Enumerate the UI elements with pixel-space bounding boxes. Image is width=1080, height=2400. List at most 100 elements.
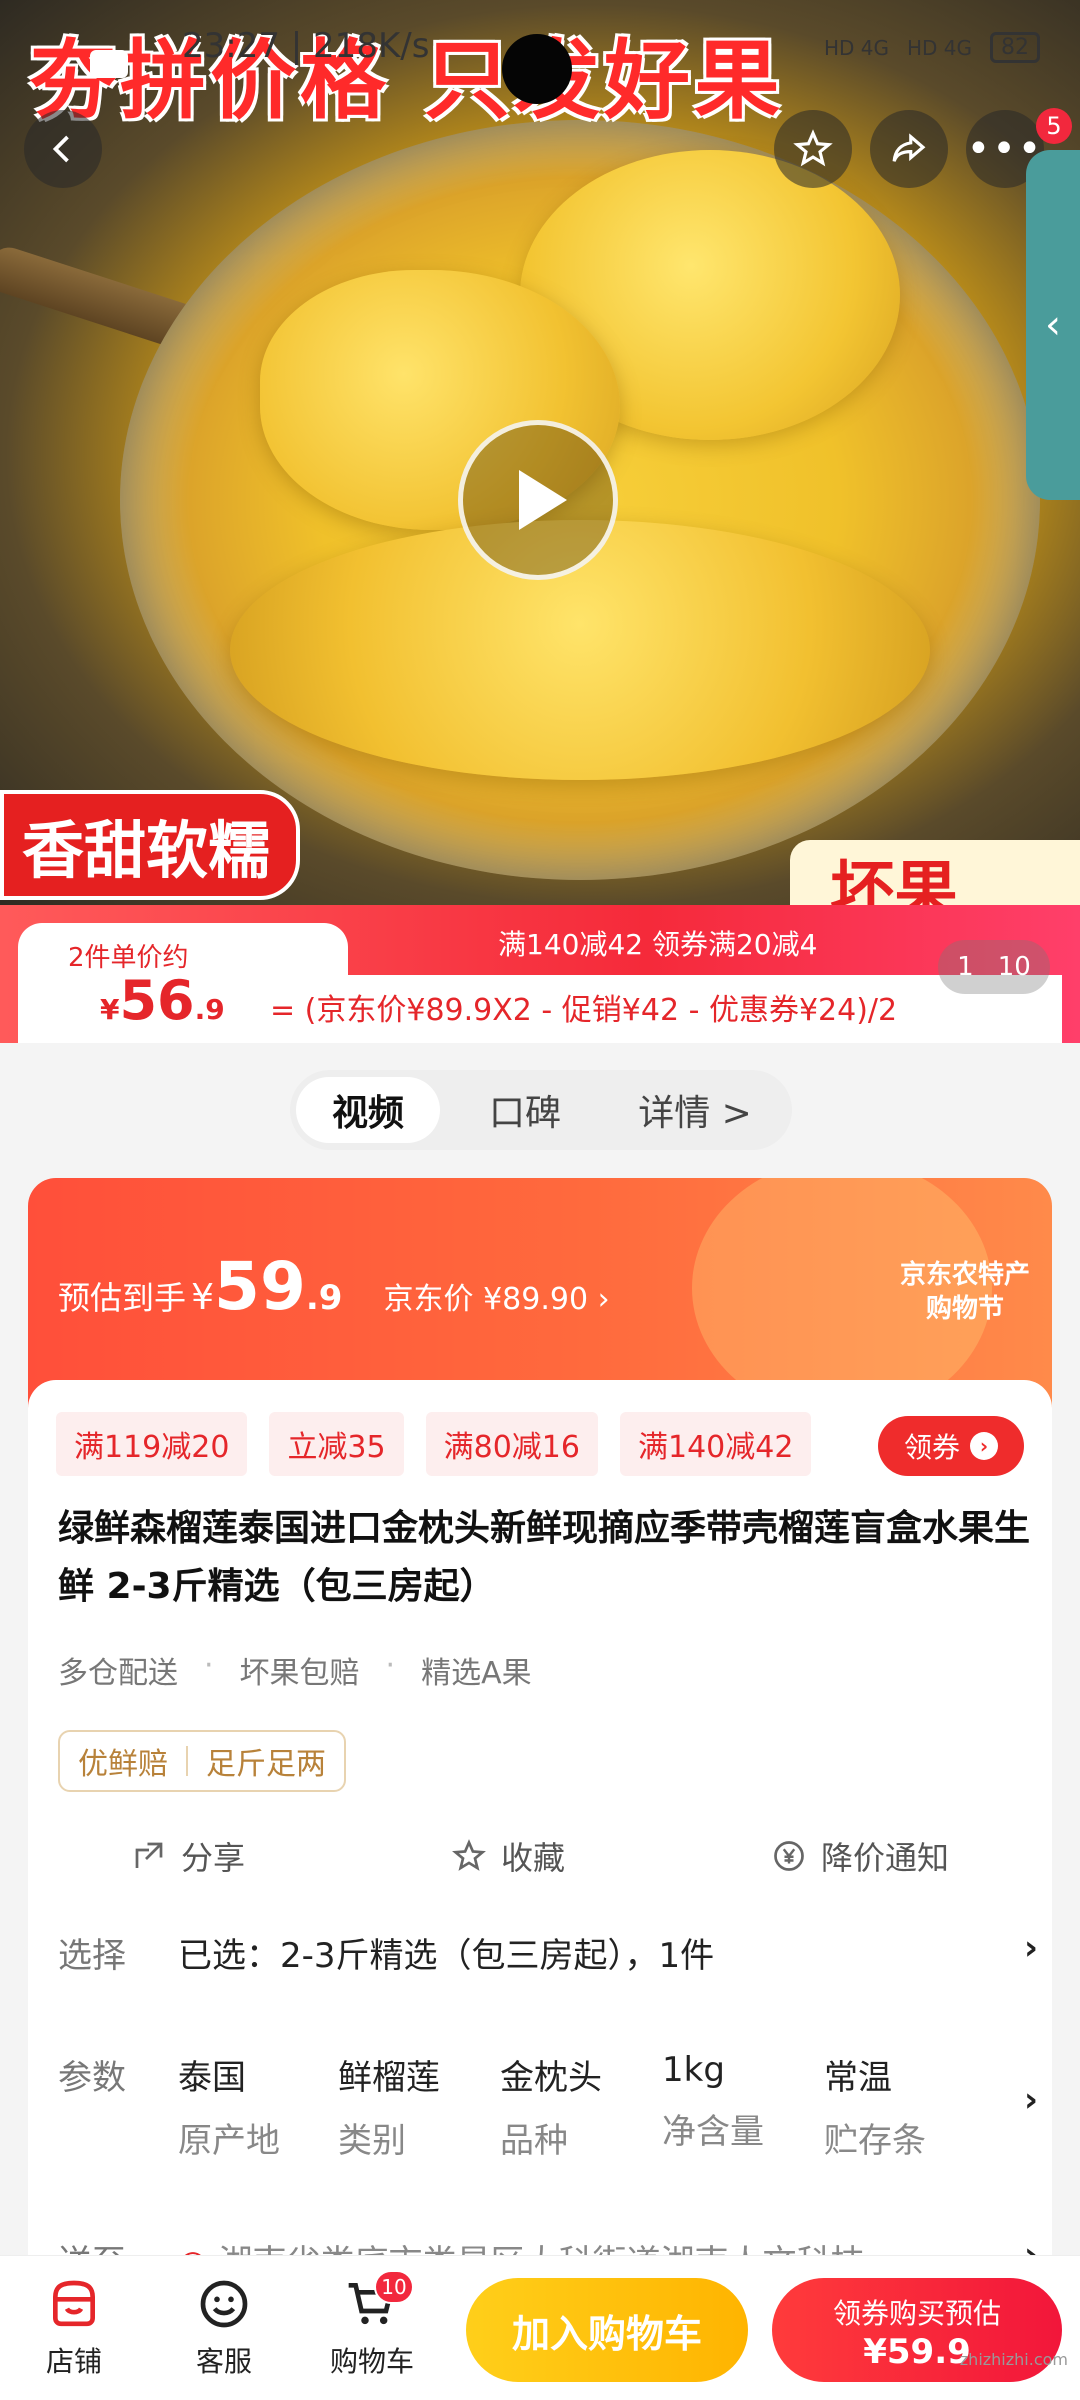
param-item: 鲜榴莲 类别 [338, 2050, 500, 2162]
chevron-right-icon: › [1023, 1928, 1038, 1968]
festival-line-2: 购物节 [925, 1294, 1004, 1324]
guarantee-item: 足斤足两 [206, 1747, 326, 1782]
param-label: 原产地 [178, 2121, 280, 2161]
feature-item: 多仓配送 [58, 1656, 178, 1691]
price-integer: 56 [119, 969, 195, 1032]
camera-notch [502, 34, 572, 104]
separator-dot: · [385, 1648, 396, 1683]
param-list: 泰国 原产地 鲜榴莲 类别 金枕头 品种 1kg 净含量 常温 贮存条 [178, 2050, 986, 2162]
hero-tag-bad-fruit: 坏果 [790, 840, 1080, 910]
side-drawer-tab[interactable]: ‹ [1026, 150, 1080, 500]
guarantee-badge[interactable]: 优鲜赔 足斤足两 [58, 1730, 346, 1792]
estimated-price-card: 预估到手 ¥59.9 京东价 ¥89.90 › 京东农特产 购物节 [28, 1178, 1052, 1408]
service-features: 多仓配送 · 坏果包赔 · 精选A果 [58, 1648, 532, 1692]
claim-coupon-button[interactable]: 领券 › [878, 1416, 1024, 1476]
gallery-page-indicator: 1 10 [938, 940, 1050, 994]
param-label: 品种 [500, 2121, 568, 2161]
row-key: 参数 [58, 2058, 126, 2098]
cart-button[interactable]: 购物车 10 [312, 2270, 432, 2380]
battery-icon: 82 [990, 32, 1040, 63]
param-value: 常温 [824, 2058, 892, 2098]
spec-selection-row[interactable]: 选择 已选：2-3斤精选（包三房起），1件 › [58, 1928, 1038, 1988]
price-formula: = (京东价¥89.9X2 - 促销¥42 - 优惠券¥24)/2 [270, 993, 898, 1028]
page-total: 10 [997, 952, 1031, 982]
currency-symbol: ¥ [191, 1277, 215, 1318]
selected-spec: 已选：2-3斤精选（包三房起），1件 [178, 1936, 715, 1976]
action-row: 分享 收藏 降价通知 [28, 1816, 1052, 1896]
page-current: 1 [957, 952, 974, 982]
product-gallery[interactable]: 夯拼价格 只发好果 23:27 | 218K/s HD 4G HD 4G 82 … [0, 0, 1080, 910]
customer-service-button[interactable]: 客服 [164, 2276, 284, 2380]
currency-symbol: ¥ [100, 993, 120, 1026]
share-button[interactable] [870, 110, 948, 188]
price-integer: 59 [214, 1248, 306, 1325]
status-bar: 23:27 | 218K/s HD 4G HD 4G 82 [0, 22, 1080, 104]
coupon-list: 满119减20 立减35 满80减16 满140减42 [56, 1412, 812, 1476]
chevron-right-icon: › [970, 1432, 998, 1460]
favorite-button[interactable] [774, 110, 852, 188]
yen-coin-icon [774, 1841, 804, 1871]
param-label: 类别 [338, 2121, 406, 2161]
param-value: 1kg [662, 2050, 725, 2090]
param-value: 鲜榴莲 [338, 2058, 440, 2098]
guarantee-item: 优鲜赔 [78, 1747, 168, 1782]
param-item: 常温 贮存条 [824, 2050, 986, 2162]
store-icon [53, 2280, 95, 2327]
coupon-tag[interactable]: 满119减20 [56, 1412, 248, 1476]
star-icon [452, 1839, 486, 1871]
message-badge: 5 [1036, 108, 1072, 144]
add-to-cart-button[interactable]: 加入购物车 [466, 2278, 748, 2382]
price-alert-action[interactable]: 降价通知 [771, 1833, 949, 1879]
product-info-card: 满119减20 立减35 满80减16 满140减42 领券 › 绿鲜森榴莲泰国… [28, 1380, 1052, 2380]
params-row[interactable]: 参数 泰国 原产地 鲜榴莲 类别 金枕头 品种 1kg 净含量 常温 贮存条 › [58, 2050, 1038, 2170]
favorite-action[interactable]: 收藏 [451, 1833, 565, 1879]
service-label: 客服 [195, 2345, 252, 2378]
buy-label: 领券购买预估 [832, 2297, 1001, 2330]
separator-dot: · [204, 1648, 214, 1683]
param-label: 贮存条 [824, 2121, 926, 2161]
play-video-button[interactable] [458, 420, 618, 580]
star-icon [793, 129, 833, 167]
promo-line: 满140减42 领券满20减4 [498, 928, 818, 961]
chevron-left-icon [52, 135, 69, 163]
estimated-label: 预估到手 [58, 1279, 187, 1317]
cart-count-badge: 10 [374, 2270, 414, 2304]
param-value: 金枕头 [500, 2058, 602, 2098]
cart-label: 购物车 [329, 2345, 414, 2378]
param-item: 泰国 原产地 [178, 2050, 338, 2162]
tab-reviews[interactable]: 口碑 [440, 1077, 610, 1143]
claim-label: 领券 [903, 1431, 960, 1464]
jd-price-link[interactable]: 京东价 ¥89.90 › [384, 1282, 610, 1317]
store-button[interactable]: 店铺 [14, 2276, 134, 2380]
price-decimal: .9 [194, 993, 225, 1026]
tab-details[interactable]: 详情 > [610, 1077, 780, 1143]
share-label: 分享 [180, 1839, 245, 1877]
status-icons: HD 4G HD 4G 82 [824, 32, 1040, 63]
status-time: 23:27 | 218K/s [182, 26, 430, 66]
product-title: 绿鲜森榴莲泰国进口金枕头新鲜现摘应季带壳榴莲盲盒水果生鲜 2-3斤精选（包三房起… [58, 1508, 1031, 1607]
bottom-action-bar: 店铺 客服 购物车 10 加入购物车 领券购买预估 ¥59.9 [0, 2255, 1080, 2400]
favorite-label: 收藏 [500, 1839, 565, 1877]
param-value: 泰国 [178, 2058, 246, 2098]
coupon-tag[interactable]: 满80减16 [425, 1412, 598, 1476]
media-tabs: 视频 口碑 详情 > [290, 1070, 792, 1150]
store-label: 店铺 [45, 2345, 102, 2378]
watermark: zhizhizhi.com [959, 2350, 1068, 2369]
coupon-tag[interactable]: 立减35 [269, 1412, 404, 1476]
unit-price: ¥56.9 [100, 969, 225, 1032]
param-item: 1kg 净含量 [662, 2050, 824, 2162]
share-action[interactable]: 分享 [131, 1833, 245, 1879]
product-page: 夯拼价格 只发好果 23:27 | 218K/s HD 4G HD 4G 82 … [0, 0, 1080, 2400]
price-alert-label: 降价通知 [820, 1839, 949, 1877]
festival-line-1: 京东农特产 [899, 1260, 1030, 1290]
feature-item: 坏果包赔 [239, 1656, 360, 1691]
coupon-tag[interactable]: 满140减42 [619, 1412, 812, 1476]
network-indicator: HD 4G [823, 35, 889, 60]
camera-status-icon [90, 50, 128, 78]
play-icon [519, 470, 567, 530]
back-button[interactable] [24, 110, 102, 188]
tab-video[interactable]: 视频 [296, 1077, 440, 1143]
hero-tag-sweet: 香甜软糯 [0, 790, 301, 900]
chevron-right-icon: › [1023, 2080, 1038, 2120]
feature-item: 精选A果 [421, 1656, 532, 1691]
